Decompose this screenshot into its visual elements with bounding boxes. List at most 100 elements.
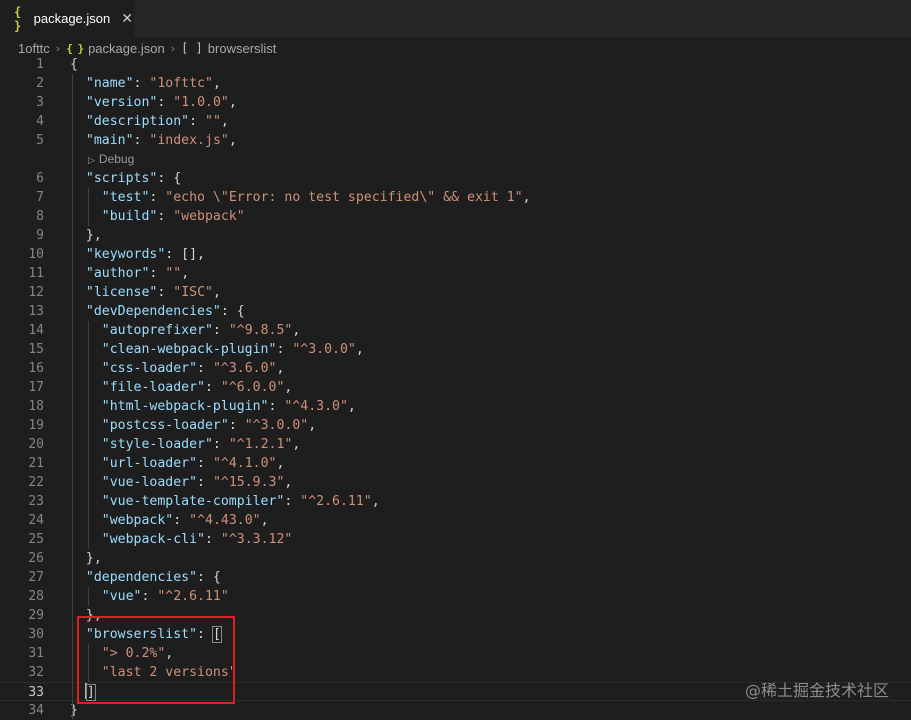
json-punctuation: , [212,285,221,300]
line-number: 2 [36,76,44,91]
json-punctuation: : { [197,570,221,585]
json-string: "^3.0.0" [292,342,356,357]
code-text: "dependencies": { [70,568,221,587]
indent-guide [87,188,89,226]
json-key: "file-loader" [101,380,205,395]
line-number: 11 [28,266,44,281]
json-punctuation: : [197,456,213,471]
json-punctuation [70,494,102,509]
code-line[interactable]: 20 "style-loader": "^1.2.1", [0,435,911,454]
code-text: "clean-webpack-plugin": "^3.0.0", [70,340,364,359]
json-punctuation [70,437,102,452]
line-number: 6 [36,171,44,186]
close-icon[interactable]: ✕ [120,11,134,27]
json-string: "^4.43.0" [189,513,261,528]
line-number: 9 [36,228,44,243]
code-line[interactable]: 11 "author": "", [0,264,911,283]
code-line[interactable]: 26 }, [0,549,911,568]
json-key: "postcss-loader" [101,418,229,433]
json-punctuation [70,190,102,205]
json-punctuation [70,361,102,376]
code-line[interactable]: 15 "clean-webpack-plugin": "^3.0.0", [0,340,911,359]
code-text: "webpack-cli": "^3.3.12" [70,530,293,549]
json-punctuation: : [141,589,158,604]
json-key: "scripts" [85,171,158,186]
code-line[interactable]: 12 "license": "ISC", [0,283,911,302]
code-line[interactable]: 21 "url-loader": "^4.1.0", [0,454,911,473]
code-line[interactable]: 24 "webpack": "^4.43.0", [0,511,911,530]
code-line[interactable]: 4 "description": "", [0,112,911,131]
code-line[interactable]: 1{ [0,55,911,74]
json-key: "dependencies" [85,570,198,585]
code-text: "url-loader": "^4.1.0", [70,454,285,473]
line-number: 32 [28,665,44,680]
line-number: 22 [28,475,44,490]
chevron-right-icon: › [170,41,176,55]
json-string: "" [165,266,182,281]
code-text: "devDependencies": { [70,302,245,321]
code-line[interactable]: 23 "vue-template-compiler": "^2.6.11", [0,492,911,511]
code-text: { [70,55,78,74]
json-punctuation [70,475,102,490]
line-number: 25 [28,532,44,547]
code-text: "vue-template-compiler": "^2.6.11", [70,492,380,511]
code-line[interactable]: 2 "name": "1ofttc", [0,74,911,93]
line-number: 18 [28,399,44,414]
line-number: 15 [28,342,44,357]
line-number: 19 [28,418,44,433]
json-punctuation: : [], [165,247,205,262]
json-string: "^4.1.0" [212,456,277,471]
code-line[interactable]: 9 }, [0,226,911,245]
tab-label: package.json [33,11,111,26]
json-string: "^1.2.1" [228,437,293,452]
json-key: "author" [85,266,150,281]
code-line[interactable]: 22 "vue-loader": "^15.9.3", [0,473,911,492]
code-line[interactable]: 16 "css-loader": "^3.6.0", [0,359,911,378]
code-text: "postcss-loader": "^3.0.0", [70,416,316,435]
json-punctuation: { [70,57,78,72]
json-punctuation: , [284,380,293,395]
json-punctuation [70,418,102,433]
code-line[interactable]: 6 "scripts": { [0,169,911,188]
json-punctuation: : [197,361,213,376]
code-line[interactable]: 8 "build": "webpack" [0,207,911,226]
json-string: "1ofttc" [149,76,213,91]
code-line[interactable]: 7 "test": "echo \"Error: no test specifi… [0,188,911,207]
json-key: "clean-webpack-plugin" [101,342,277,357]
tab-bar: { } package.json ✕ [0,0,911,37]
json-string: "1.0.0" [173,95,229,110]
code-text: "test": "echo \"Error: no test specified… [70,188,531,207]
json-punctuation: , [347,399,356,414]
json-key: "main" [85,133,134,148]
code-line[interactable]: 17 "file-loader": "^6.0.0", [0,378,911,397]
code-line[interactable]: 18 "html-webpack-plugin": "^4.3.0", [0,397,911,416]
json-punctuation: : [204,532,221,547]
json-punctuation: , [522,190,531,205]
code-line[interactable]: 10 "keywords": [], [0,245,911,264]
code-line[interactable]: 5 "main": "index.js", [0,131,911,150]
json-key: "css-loader" [101,361,198,376]
tab-package-json[interactable]: { } package.json ✕ [0,0,134,37]
debug-codelens[interactable]: ▷ Debug [88,150,134,169]
json-key: "license" [85,285,158,300]
line-number: 17 [28,380,44,395]
json-key: "vue-template-compiler" [101,494,285,509]
code-line[interactable]: 25 "webpack-cli": "^3.3.12" [0,530,911,549]
json-punctuation [70,399,102,414]
json-string: "^2.6.11" [157,589,229,604]
json-punctuation [70,456,102,471]
code-line[interactable]: 19 "postcss-loader": "^3.0.0", [0,416,911,435]
json-string: "index.js" [149,133,229,148]
code-line[interactable]: 28 "vue": "^2.6.11" [0,587,911,606]
json-punctuation: : [284,494,301,509]
code-line[interactable]: 27 "dependencies": { [0,568,911,587]
annotation-highlight-box [77,616,235,704]
line-number: 3 [36,95,44,110]
code-line[interactable]: 14 "autoprefixer": "^9.8.5", [0,321,911,340]
code-line[interactable]: 3 "version": "1.0.0", [0,93,911,112]
indent-guide [87,321,89,549]
code-line[interactable]: 13 "devDependencies": { [0,302,911,321]
json-punctuation: }, [70,228,102,243]
line-number: 4 [36,114,44,129]
indent-guide [87,587,89,606]
